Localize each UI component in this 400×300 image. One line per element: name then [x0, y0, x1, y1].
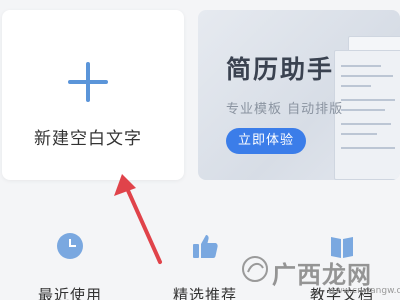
thumbs-up-icon — [191, 232, 219, 260]
new-blank-document-card[interactable]: 新建空白文字 — [2, 10, 184, 180]
watermark-text: 广西龙网 — [272, 261, 372, 289]
plus-icon — [68, 62, 108, 102]
bottom-nav-featured-label: 精选推荐 — [172, 286, 237, 300]
watermark-url: www.cnwangw.com — [328, 286, 400, 296]
resume-assistant-subtitle: 专业模板 自动排版 — [226, 102, 344, 117]
try-now-button[interactable]: 立即体验 — [226, 128, 306, 154]
bottom-nav-recent-label: 最近使用 — [37, 286, 102, 300]
clock-icon — [56, 232, 84, 260]
resume-assistant-title: 简历助手 — [226, 55, 335, 84]
watermark-logo-icon — [242, 256, 268, 282]
resume-assistant-banner[interactable]: 简历助手 专业模板 自动排版 立即体验 — [198, 10, 400, 180]
new-blank-document-label: 新建空白文字 — [34, 129, 142, 149]
